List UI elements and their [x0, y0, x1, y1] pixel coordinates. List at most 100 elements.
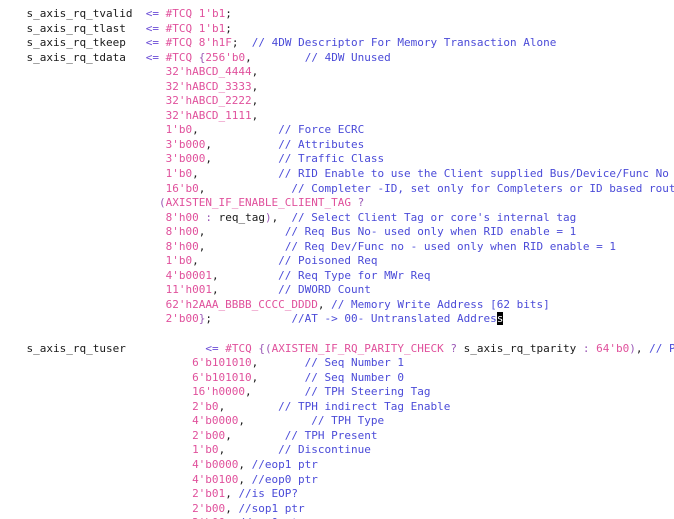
code-editor[interactable]: s_axis_rq_tvalid <= #TCQ 1'b1; s_axis_rq… [0, 0, 674, 519]
code-line[interactable]: 8'h00, // Req Dev/Func no - used only wh… [0, 240, 674, 255]
code-line[interactable]: 4'b0000, //eop1 ptr [0, 458, 674, 473]
code-line[interactable]: 11'h001, // DWORD Count [0, 283, 674, 298]
code-token-plain: , [245, 50, 252, 64]
code-token-num: 2'b00 [165, 312, 199, 326]
code-token-plain: , [317, 297, 332, 311]
code-line[interactable]: s_axis_rq_tlast <= #TCQ 1'b1; [0, 22, 674, 37]
code-token-num: 1'b1 [198, 7, 226, 20]
code-line[interactable]: 62'h2AAA_BBBB_CCCC_DDDD, // Memory Write… [0, 298, 674, 313]
code-token-op: <= [205, 341, 219, 355]
code-token-num: 2'b00 [192, 501, 226, 515]
code-line[interactable]: s_axis_rq_tdata <= #TCQ {256'b0, // 4DW … [0, 51, 674, 66]
code-line[interactable]: 4'b0001, // Req Type for MWr Req [0, 269, 674, 284]
code-line[interactable]: 2'b01, //is EOP? [0, 487, 674, 502]
code-token-plain: , [238, 472, 252, 486]
code-line[interactable]: 16'b0, // Completer -ID, set only for Co… [0, 182, 674, 197]
code-line[interactable]: s_axis_rq_tvalid <= #TCQ 1'b1; [0, 7, 674, 22]
code-token-macro: AXISTEN_IF_RQ_PARITY_CHECK [271, 341, 444, 355]
code-token-num: 3'b000 [165, 137, 206, 151]
code-line[interactable]: (AXISTEN_IF_ENABLE_CLIENT_TAG ? [0, 196, 674, 211]
code-line[interactable]: 2'b00, //sop1 ptr [0, 502, 674, 517]
code-token-cmt: // 4DW Unused [304, 50, 391, 64]
code-token-cmt: // Memory Write Address [62 bits] [331, 297, 550, 311]
code-line[interactable]: 4'b0100, //eop0 ptr [0, 473, 674, 488]
code-line[interactable]: 2'b00, // TPH Present [0, 429, 674, 444]
code-line[interactable]: 4'b0000, // TPH Type [0, 414, 674, 429]
code-token-cmt: // Parity [649, 341, 674, 355]
code-token-op: <= [145, 7, 159, 20]
code-token-cmt: // Req Dev/Func no - used only when RID … [284, 239, 616, 253]
code-token-num: 3'b000 [165, 152, 206, 166]
code-line[interactable]: 1'b0, // Force ECRC [0, 123, 674, 138]
code-token-cmt: // Attributes [278, 137, 365, 151]
code-token-plain: , [225, 428, 232, 442]
code-token-plain: ; [231, 36, 252, 50]
code-line[interactable]: 1'b0, // Poisoned Req [0, 254, 674, 269]
code-line[interactable]: 32'hABCD_2222, [0, 94, 674, 109]
code-line[interactable]: 8'h00, // Req Bus No- used only when RID… [0, 225, 674, 240]
code-line[interactable]: 1'b0, // Discontinue [0, 443, 674, 458]
code-token-macro: #TCQ [165, 50, 193, 64]
code-content[interactable]: s_axis_rq_tvalid <= #TCQ 1'b1; s_axis_rq… [0, 7, 674, 519]
code-line[interactable]: 32'hABCD_1111, [0, 109, 674, 124]
code-line[interactable]: 6'b101010, // Seq Number 0 [0, 371, 674, 386]
code-token-cmt: // TPH indirect Tag Enable [278, 399, 451, 413]
code-line[interactable]: 32'hABCD_4444, [0, 65, 674, 80]
code-token-macro: #TCQ [165, 36, 193, 50]
code-line[interactable]: 2'b00}; //AT -> 00- Untranslated Address [0, 312, 674, 327]
code-line[interactable]: 16'h0000, // TPH Steering Tag [0, 385, 674, 400]
code-line[interactable]: s_axis_rq_tuser <= #TCQ {(AXISTEN_IF_RQ_… [0, 342, 674, 357]
code-token-num: 32'hABCD_4444 [165, 65, 252, 79]
code-token-ident: s_axis_rq_tdata [26, 50, 126, 64]
code-line[interactable]: s_axis_rq_tkeep <= #TCQ 8'h1F; // 4DW De… [0, 36, 674, 51]
code-token-plain: , [225, 487, 239, 501]
code-token-cmt: //eop0 ptr [251, 472, 318, 486]
code-line[interactable]: 3'b000, // Attributes [0, 138, 674, 153]
code-token-cmt: // Select Client Tag or core's internal … [291, 210, 577, 224]
code-line[interactable]: 32'hABCD_3333, [0, 80, 674, 95]
code-token-num: 4'b0000 [192, 457, 239, 471]
code-line[interactable]: 2'b0, // TPH indirect Tag Enable [0, 400, 674, 415]
code-line[interactable]: 3'b000, // Traffic Class [0, 152, 674, 167]
code-line[interactable]: 8'h00 : req_tag), // Select Client Tag o… [0, 211, 674, 226]
code-token-plain: , [251, 65, 259, 79]
code-line[interactable]: 1'b0, // RID Enable to use the Client su… [0, 167, 674, 182]
code-token-cmt: // Req Bus No- used only when RID enable… [284, 225, 577, 239]
code-token-num: 4'b0100 [192, 472, 239, 486]
code-token-num: 8'h00 [165, 210, 199, 224]
code-token-plain: , [238, 457, 252, 471]
code-line[interactable] [0, 327, 674, 342]
code-token-plain: , [251, 94, 259, 108]
code-token-punct: ) [629, 341, 636, 355]
code-line[interactable]: 6'b101010, // Seq Number 1 [0, 356, 674, 371]
code-token-cmt: // TPH Steering Tag [304, 385, 431, 399]
